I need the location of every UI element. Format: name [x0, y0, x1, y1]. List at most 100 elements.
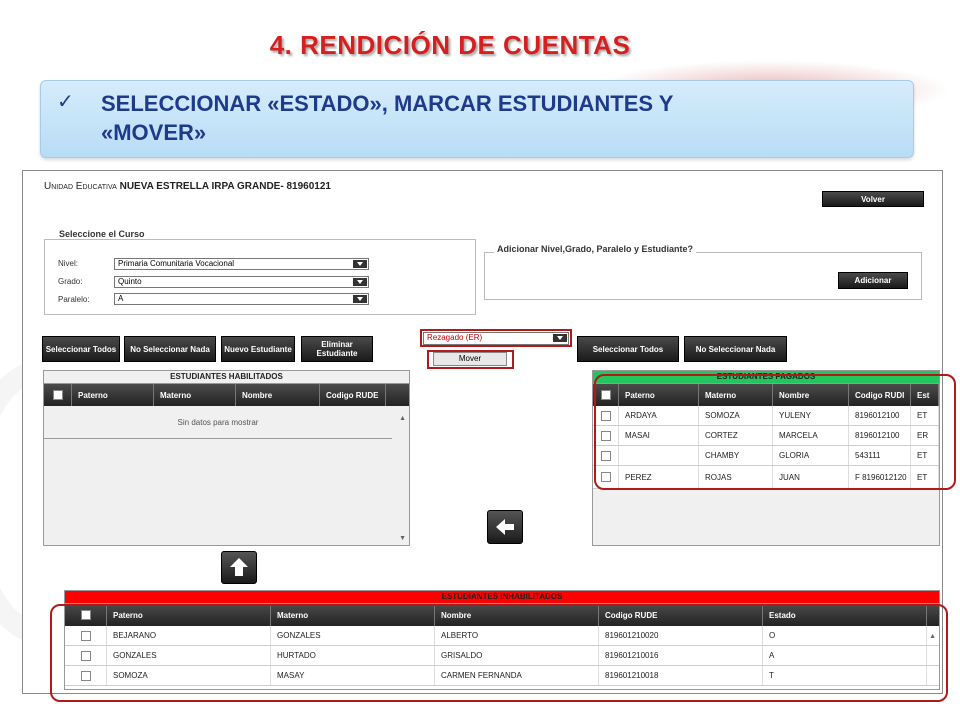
col-estado: Estado: [763, 604, 927, 626]
scroll-up-icon[interactable]: ▲: [399, 415, 406, 422]
table-row[interactable]: ARDAYA SOMOZA YULENY 8196012100 ET: [593, 406, 939, 426]
row-checkbox[interactable]: [600, 450, 611, 461]
pagados-panel: ESTUDIANTES PAGADOS Paterno Materno Nomb…: [592, 370, 940, 546]
cell-nombre: ALBERTO: [435, 626, 599, 645]
col-nombre: Nombre: [773, 384, 849, 406]
grado-label: Grado:: [58, 277, 83, 286]
paralelo-label: Paralelo:: [58, 295, 90, 304]
cell-materno: GONZALES: [271, 626, 435, 645]
add-legend: Adicionar Nivel,Grado, Paralelo y Estudi…: [494, 244, 697, 254]
cell-nombre: JUAN: [773, 466, 849, 488]
habilitados-title: ESTUDIANTES HABILITADOS: [44, 371, 409, 384]
row-checkbox[interactable]: [600, 472, 611, 482]
scroll-up-icon[interactable]: ▲: [929, 633, 936, 640]
select-all-button-2[interactable]: Seleccionar Todos: [577, 336, 679, 362]
school-prefix: Unidad Educativa: [44, 181, 117, 192]
grado-value: Quinto: [118, 277, 142, 286]
col-materno: Materno: [271, 604, 435, 626]
cell-materno: MASAY: [271, 666, 435, 685]
scroll-down-icon[interactable]: ▼: [399, 535, 406, 542]
instruction-line-2: «MOVER»: [101, 120, 207, 145]
header-checkbox-cell: [65, 604, 107, 626]
cell-nombre: GLORIA: [773, 446, 849, 465]
cell-paterno: ARDAYA: [619, 406, 699, 425]
cell-rude: F 8196012120: [849, 466, 911, 488]
adicionar-button[interactable]: Adicionar: [838, 272, 908, 289]
volver-button[interactable]: Volver: [822, 191, 924, 207]
inhabilitados-header: Paterno Materno Nombre Codigo RUDE Estad…: [65, 604, 939, 626]
cell-nombre: MARCELA: [773, 426, 849, 445]
cell-materno: ROJAS: [699, 466, 773, 488]
nivel-value: Primaria Comunitaria Vocacional: [118, 259, 235, 268]
col-materno: Materno: [699, 384, 773, 406]
move-left-button[interactable]: [487, 510, 523, 544]
course-legend: Seleccione el Curso: [56, 229, 148, 239]
estado-highlight: [420, 329, 572, 347]
cell-paterno: [619, 446, 699, 465]
cell-nombre: GRISALDO: [435, 646, 599, 665]
paralelo-value: A: [118, 294, 124, 303]
arrow-up-icon: [230, 558, 248, 576]
table-row[interactable]: MASAI CORTEZ MARCELA 8196012100 ER: [593, 426, 939, 446]
header-checkbox-cell: [44, 384, 72, 406]
cell-paterno: PEREZ: [619, 466, 699, 488]
grado-select[interactable]: Quinto: [114, 276, 369, 288]
row-checkbox[interactable]: [80, 630, 91, 641]
cell-estado: ET: [911, 466, 939, 488]
instruction-line-1: SELECCIONAR «ESTADO», MARCAR ESTUDIANTES…: [101, 91, 674, 116]
checkmark-icon: ✓: [57, 91, 74, 113]
row-checkbox[interactable]: [600, 430, 611, 441]
nivel-select[interactable]: Primaria Comunitaria Vocacional: [114, 258, 369, 270]
row-checkbox-cell: [593, 446, 619, 465]
cell-rude: 819601210020: [599, 626, 763, 645]
table-row[interactable]: SOMOZA MASAY CARMEN FERNANDA 81960121001…: [65, 666, 939, 686]
table-row[interactable]: PEREZ ROJAS JUAN F 8196012120 ET: [593, 466, 939, 489]
col-paterno: Paterno: [619, 384, 699, 406]
cell-rude: 819601210018: [599, 666, 763, 685]
empty-message: Sin datos para mostrar: [44, 406, 392, 439]
row-checkbox-cell: [65, 646, 107, 665]
col-paterno: Paterno: [72, 384, 154, 406]
paralelo-select[interactable]: A: [114, 293, 369, 305]
cell-estado: ER: [911, 426, 939, 445]
habilitados-header: Paterno Materno Nombre Codigo RUDE: [44, 384, 409, 406]
habilitados-panel: ESTUDIANTES HABILITADOS Paterno Materno …: [43, 370, 410, 546]
cell-estado: T: [763, 666, 927, 685]
col-nombre: Nombre: [236, 384, 320, 406]
instruction-banner: ✓ SELECCIONAR «ESTADO», MARCAR ESTUDIANT…: [40, 80, 914, 158]
select-none-button-2[interactable]: No Seleccionar Nada: [684, 336, 787, 362]
select-all-checkbox[interactable]: [52, 390, 63, 400]
chevron-down-icon: [353, 260, 367, 268]
table-row[interactable]: GONZALES HURTADO GRISALDO 819601210016 A: [65, 646, 939, 666]
select-all-button[interactable]: Seleccionar Todos: [42, 336, 120, 362]
cell-rude: 543111: [849, 446, 911, 465]
col-codigo-rude: Codigo RUDE: [599, 604, 763, 626]
cell-paterno: BEJARANO: [107, 626, 271, 645]
slide-title: 4. RENDICIÓN DE CUENTAS: [269, 30, 631, 60]
move-up-button[interactable]: [221, 551, 257, 584]
select-none-button[interactable]: No Seleccionar Nada: [124, 336, 216, 362]
row-checkbox-cell: [65, 626, 107, 645]
col-codigo-rude: Codigo RUDE: [320, 384, 386, 406]
cell-paterno: MASAI: [619, 426, 699, 445]
row-checkbox[interactable]: [600, 410, 611, 421]
delete-student-button[interactable]: Eliminar Estudiante: [301, 336, 373, 362]
new-student-button[interactable]: Nuevo Estudiante: [221, 336, 295, 362]
row-checkbox[interactable]: [80, 670, 91, 681]
cell-materno: SOMOZA: [699, 406, 773, 425]
col-materno: Materno: [154, 384, 236, 406]
row-checkbox[interactable]: [80, 650, 91, 661]
arrow-left-icon: [496, 519, 514, 535]
mover-highlight: [427, 350, 514, 369]
cell-estado: A: [763, 646, 927, 665]
cell-nombre: CARMEN FERNANDA: [435, 666, 599, 685]
table-row[interactable]: BEJARANO GONZALES ALBERTO 819601210020 O: [65, 626, 939, 646]
select-all-checkbox[interactable]: [600, 390, 611, 400]
inhabilitados-panel: ESTUDIANTES INHABILITADOS Paterno Matern…: [64, 590, 940, 690]
table-row[interactable]: CHAMBY GLORIA 543111 ET: [593, 446, 939, 466]
col-codigo-rude: Codigo RUDI: [849, 384, 911, 406]
select-all-checkbox[interactable]: [80, 610, 91, 620]
row-checkbox-cell: [593, 466, 619, 488]
cell-paterno: GONZALES: [107, 646, 271, 665]
cell-estado: ET: [911, 406, 939, 425]
